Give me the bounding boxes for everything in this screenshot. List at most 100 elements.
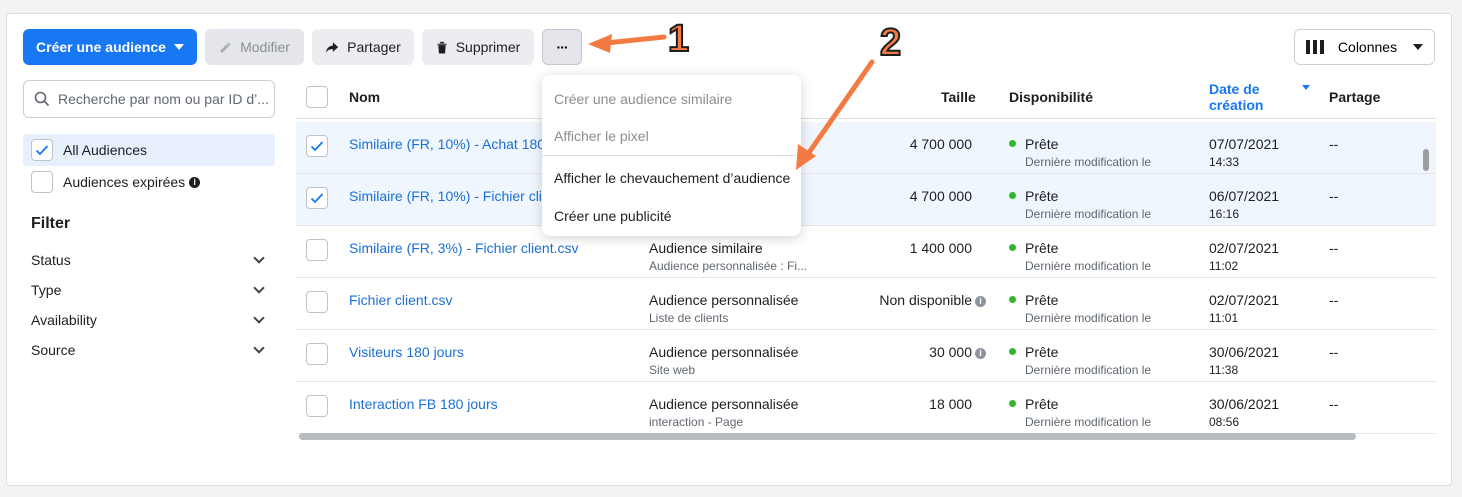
share-arrow-icon (326, 41, 339, 53)
column-size[interactable]: Taille (941, 89, 976, 105)
columns-label: Colonnes (1337, 39, 1398, 55)
share-label: Partager (347, 39, 401, 55)
audience-size-cell: Non disponible i (826, 291, 986, 309)
availability-label: Prête (1025, 188, 1059, 204)
audience-name-link[interactable]: Fichier client.csv (349, 291, 639, 309)
table-row[interactable]: Fichier client.csv Audience personnalisée… (296, 278, 1436, 330)
audience-search[interactable] (23, 80, 275, 118)
last-modified-text: Dernière modification le (1025, 311, 1152, 325)
all-audiences-checkbox[interactable] (31, 139, 53, 161)
creation-date: 30/06/2021 (1209, 396, 1280, 412)
creation-time: 08:56 (1209, 415, 1240, 429)
audience-name-link[interactable]: Interaction FB 180 jours (349, 395, 639, 413)
audience-size: Non disponible (879, 292, 972, 308)
row-checkbox[interactable] (306, 135, 328, 157)
audience-type-detail: Site web (649, 363, 696, 377)
row-checkbox[interactable] (306, 239, 328, 261)
sort-desc-icon[interactable] (1302, 85, 1310, 90)
trash-icon (437, 41, 447, 54)
filter-type[interactable]: Type (31, 275, 267, 305)
search-icon (34, 91, 50, 107)
filter-type-label: Type (31, 282, 62, 298)
availability-label: Prête (1025, 240, 1059, 256)
sharing-value: -- (1329, 396, 1339, 412)
row-checkbox[interactable] (306, 291, 328, 313)
filter-availability-label: Availability (31, 312, 97, 328)
menu-create-lookalike[interactable]: Créer une audience similaire (554, 91, 732, 107)
menu-create-ad[interactable]: Créer une publicité (554, 208, 672, 224)
creation-date: 06/07/2021 (1209, 188, 1280, 204)
all-audiences-option[interactable]: All Audiences (23, 134, 275, 166)
date-header-line2: création (1209, 97, 1264, 113)
row-checkbox[interactable] (306, 187, 328, 209)
audience-size-cell: 30 000 i (826, 343, 986, 361)
sharing-value: -- (1329, 344, 1339, 360)
audience-size: 18 000 (929, 396, 972, 412)
audience-size-cell: 18 000 (826, 395, 986, 413)
expired-audiences-checkbox[interactable] (31, 171, 53, 193)
filter-status[interactable]: Status (31, 245, 267, 275)
table-row[interactable]: Similaire (FR, 10%) - Fichier clie 4 700 … (296, 174, 1436, 226)
table-row[interactable]: Visiteurs 180 jours Audience personnalisé… (296, 330, 1436, 382)
expired-audiences-option[interactable]: Audiences expirées i (23, 166, 275, 198)
creation-date: 02/07/2021 (1209, 292, 1280, 308)
column-name[interactable]: Nom (349, 89, 380, 105)
creation-time: 16:16 (1209, 207, 1240, 221)
row-checkbox[interactable] (306, 343, 328, 365)
table-row[interactable]: Similaire (FR, 3%) - Fichier client.csv A… (296, 226, 1436, 278)
audience-size-cell: 4 700 000 (826, 135, 986, 153)
audience-size-cell: 1 400 000 (826, 239, 986, 257)
filter-status-label: Status (31, 252, 71, 268)
filter-source[interactable]: Source (31, 335, 267, 365)
date-header-line1: Date de (1209, 81, 1260, 97)
sharing-value: -- (1329, 188, 1339, 204)
column-availability[interactable]: Disponibilité (1009, 89, 1093, 105)
chevron-down-icon (253, 342, 265, 354)
filter-availability[interactable]: Availability (31, 305, 267, 335)
menu-divider (542, 155, 801, 156)
menu-audience-overlap[interactable]: Afficher le chevauchement d’audience (554, 170, 790, 186)
last-modified-text: Dernière modification le (1025, 259, 1152, 273)
create-audience-label: Créer une audience (36, 39, 166, 55)
all-audiences-label: All Audiences (63, 142, 148, 158)
status-dot-icon (1009, 244, 1016, 251)
audience-name-link[interactable]: Similaire (FR, 3%) - Fichier client.csv (349, 239, 639, 257)
checkmark-icon (35, 145, 49, 156)
share-button[interactable]: Partager (312, 29, 414, 65)
chevron-down-icon (253, 312, 265, 324)
checkmark-icon (310, 141, 324, 152)
filter-heading: Filter (31, 215, 71, 232)
availability-status: Prête (1009, 343, 1058, 361)
pencil-icon (220, 42, 231, 52)
creation-time: 11:38 (1209, 363, 1239, 377)
audience-name-link[interactable]: Visiteurs 180 jours (349, 343, 639, 361)
caret-down-icon (173, 44, 184, 50)
delete-button[interactable]: Supprimer (422, 29, 534, 65)
status-dot-icon (1009, 348, 1016, 355)
more-options-button[interactable]: ··· (542, 29, 582, 65)
edit-button[interactable]: Modifier (205, 29, 304, 65)
availability-status: Prête (1009, 187, 1058, 205)
delete-label: Supprimer (455, 39, 521, 55)
table-header: Nom Taille Disponibilité Date de créatio… (296, 79, 1436, 119)
info-icon[interactable]: i (975, 296, 986, 307)
horizontal-scrollbar[interactable] (299, 433, 1356, 440)
info-icon[interactable]: i (975, 348, 986, 359)
table-row[interactable]: Interaction FB 180 jours Audience personn… (296, 382, 1436, 434)
column-sharing[interactable]: Partage (1329, 89, 1380, 105)
create-audience-button[interactable]: Créer une audience (23, 29, 197, 65)
creation-date: 02/07/2021 (1209, 240, 1280, 256)
select-all-checkbox[interactable] (306, 86, 328, 108)
last-modified-text: Dernière modification le (1025, 155, 1152, 169)
edit-label: Modifier (240, 39, 290, 55)
search-input[interactable] (58, 91, 268, 107)
column-date-created[interactable]: Date de création (1209, 81, 1263, 113)
menu-view-pixel[interactable]: Afficher le pixel (554, 128, 649, 144)
table-row[interactable]: Similaire (FR, 10%) - Achat 180 4 700 000… (296, 122, 1436, 174)
columns-button[interactable]: Colonnes (1294, 29, 1435, 65)
info-icon[interactable]: i (189, 176, 201, 188)
vertical-scrollbar[interactable] (1423, 149, 1429, 171)
last-modified-text: Dernière modification le (1025, 363, 1152, 377)
annotation-number-2: 2 (879, 21, 902, 65)
row-checkbox[interactable] (306, 395, 328, 417)
